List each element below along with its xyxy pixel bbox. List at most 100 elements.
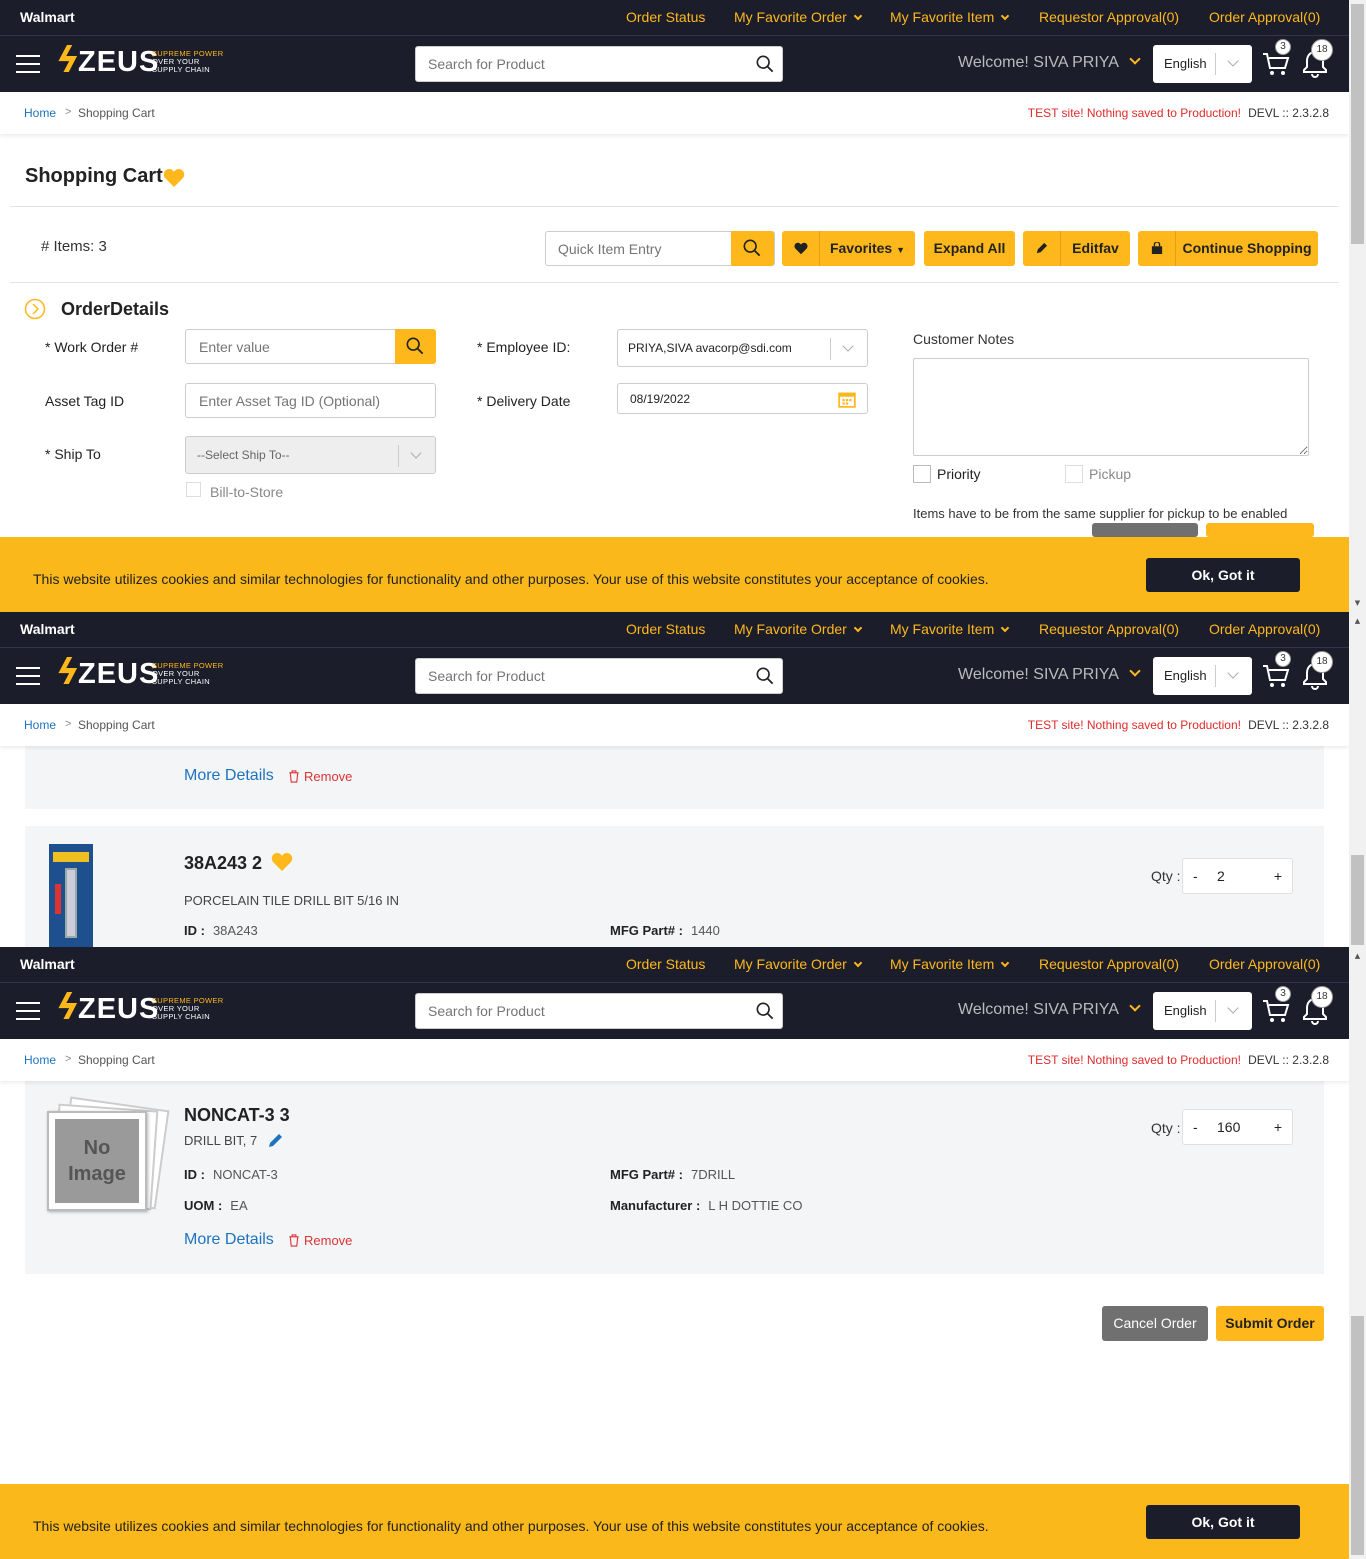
nav-favorite-item[interactable]: My Favorite Item (890, 621, 1010, 637)
submit-order-button-partial[interactable] (1206, 523, 1314, 537)
chevron-down-icon (853, 958, 863, 968)
breadcrumb-home[interactable]: Home (24, 718, 56, 732)
language-select[interactable]: English (1153, 45, 1252, 83)
delivery-date-field[interactable]: 08/19/2022 (617, 383, 868, 414)
items-count-label: # Items: (41, 238, 95, 255)
search-icon[interactable] (756, 1002, 774, 1020)
nav-requestor-approval[interactable]: Requestor Approval(0) (1039, 621, 1179, 637)
edit-pencil-icon[interactable] (267, 1131, 285, 1149)
product-search-input[interactable] (416, 659, 736, 693)
heart-icon[interactable] (271, 852, 293, 872)
continue-shopping-button[interactable]: Continue Shopping (1138, 231, 1318, 266)
submit-order-button[interactable]: Submit Order (1216, 1306, 1324, 1341)
no-image-text-2: Image (68, 1163, 126, 1185)
quick-item-entry-input[interactable] (546, 232, 731, 265)
calendar-icon[interactable] (838, 390, 856, 408)
quick-item-search-button[interactable] (731, 231, 774, 266)
user-menu[interactable]: Welcome! SIVA PRIYA (958, 53, 1141, 72)
remove-link[interactable]: Remove (288, 1233, 352, 1248)
scroll-up-arrow-icon[interactable]: ▲ (1352, 951, 1363, 961)
nav-favorite-item[interactable]: My Favorite Item (890, 9, 1010, 25)
work-order-input[interactable] (186, 330, 386, 363)
search-icon[interactable] (756, 55, 774, 73)
qty-value[interactable]: 160 (1217, 1119, 1240, 1135)
nav-favorite-item[interactable]: My Favorite Item (890, 956, 1010, 972)
language-value: English (1164, 1003, 1207, 1018)
notification-count-badge: 18 (1311, 651, 1333, 673)
qty-increment-button[interactable]: + (1274, 868, 1282, 884)
heart-icon (782, 231, 820, 266)
breadcrumb-home[interactable]: Home (24, 1053, 56, 1067)
user-menu[interactable]: Welcome! SIVA PRIYA (958, 665, 1141, 684)
product-search-input[interactable] (416, 994, 736, 1028)
favorites-button[interactable]: Favorites ▼ (782, 231, 915, 266)
more-details-link[interactable]: More Details (184, 1231, 274, 1249)
zeus-logo[interactable]: ϟ ZEUS SUPREME POWER OVER YOUR SUPPLY CHAI… (56, 987, 226, 1029)
nav-requestor-approval[interactable]: Requestor Approval(0) (1039, 956, 1179, 972)
editfav-button[interactable]: Editfav (1023, 231, 1130, 266)
employee-id-select[interactable]: PRIYA,SIVA avacorp@sdi.com (617, 329, 868, 367)
language-select[interactable]: English (1153, 657, 1252, 695)
chevron-circle-icon[interactable] (24, 298, 46, 320)
product-name[interactable]: NONCAT-3 3 (184, 1105, 290, 1126)
nav-requestor-approval[interactable]: Requestor Approval(0) (1039, 9, 1179, 25)
nav-order-status[interactable]: Order Status (626, 9, 705, 25)
language-value: English (1164, 668, 1207, 683)
search-icon[interactable] (756, 667, 774, 685)
hamburger-menu-icon[interactable] (16, 667, 40, 685)
nav-order-approval[interactable]: Order Approval(0) (1209, 9, 1320, 25)
scroll-down-arrow-icon[interactable]: ▼ (1352, 598, 1363, 608)
scroll-up-arrow-icon[interactable]: ▲ (1352, 616, 1363, 626)
hamburger-menu-icon[interactable] (16, 55, 40, 73)
nav-order-status[interactable]: Order Status (626, 621, 705, 637)
scrollbar-thumb[interactable] (1351, 4, 1364, 244)
qty-value[interactable]: 2 (1217, 868, 1225, 884)
expand-all-button[interactable]: Expand All (924, 231, 1015, 266)
scrollbar-thumb[interactable] (1351, 855, 1364, 945)
qty-increment-button[interactable]: + (1274, 1119, 1282, 1135)
product-search-input[interactable] (416, 47, 736, 81)
remove-link[interactable]: Remove (288, 769, 352, 784)
notification-count-badge: 18 (1311, 39, 1333, 61)
asset-tag-input[interactable] (186, 384, 411, 417)
nav-order-approval[interactable]: Order Approval(0) (1209, 621, 1320, 637)
nav-favorite-item-label: My Favorite Item (890, 621, 995, 637)
nav-order-approval[interactable]: Order Approval(0) (1209, 956, 1320, 972)
product-id-value: 38A243 (212, 923, 258, 938)
cart-item-card: No Image NONCAT-3 3 DRILL BIT, 7 ID : NONC… (25, 1081, 1324, 1274)
breadcrumb-home[interactable]: Home (24, 106, 56, 120)
zeus-logo[interactable]: ϟ ZEUS SUPREME POWER OVER YOUR SUPPLY CHAI… (56, 652, 226, 694)
hamburger-menu-icon[interactable] (16, 1002, 40, 1020)
cancel-order-button[interactable]: Cancel Order (1102, 1306, 1208, 1341)
customer-notes-textarea[interactable] (913, 358, 1309, 456)
cookie-ok-button[interactable]: Ok, Got it (1146, 558, 1300, 592)
nav-favorite-order[interactable]: My Favorite Order (734, 9, 863, 25)
scrollbar-thumb[interactable] (1351, 1316, 1364, 1555)
product-description: DRILL BIT, 7 (184, 1133, 258, 1148)
product-name[interactable]: 38A243 2 (184, 853, 262, 874)
bill-to-store-checkbox[interactable] (186, 482, 201, 497)
zeus-logo[interactable]: ϟ ZEUS SUPREME POWER OVER YOUR SUPPLY CHAI… (56, 40, 226, 82)
quantity-stepper: - 160 + (1182, 1109, 1293, 1145)
brand-name: Walmart (20, 621, 75, 637)
top-nav-bar: Walmart Order Status My Favorite Order M… (0, 0, 1349, 35)
more-details-link[interactable]: More Details (184, 767, 274, 785)
heart-icon[interactable] (163, 168, 185, 188)
mfg-part-label: MFG Part# : (610, 923, 683, 938)
cancel-order-button-partial[interactable] (1092, 523, 1198, 537)
qty-decrement-button[interactable]: - (1193, 1119, 1198, 1135)
pickup-checkbox[interactable] (1065, 465, 1083, 483)
ship-to-label: * Ship To (45, 446, 101, 462)
priority-checkbox[interactable] (913, 465, 931, 483)
work-order-search-button[interactable] (395, 329, 436, 364)
nav-favorite-order[interactable]: My Favorite Order (734, 956, 863, 972)
cookie-ok-button[interactable]: Ok, Got it (1146, 1505, 1300, 1539)
nav-order-status[interactable]: Order Status (626, 956, 705, 972)
qty-decrement-button[interactable]: - (1193, 868, 1198, 884)
ship-to-select[interactable]: --Select Ship To-- (185, 436, 436, 474)
nav-favorite-order[interactable]: My Favorite Order (734, 621, 863, 637)
product-search (415, 993, 783, 1029)
mfg-part-value: 7DRILL (690, 1167, 736, 1182)
language-select[interactable]: English (1153, 992, 1252, 1030)
user-menu[interactable]: Welcome! SIVA PRIYA (958, 1000, 1141, 1019)
